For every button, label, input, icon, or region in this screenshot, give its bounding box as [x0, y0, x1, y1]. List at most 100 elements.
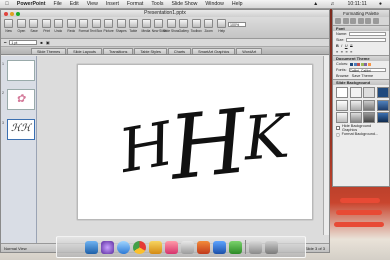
background-swatch[interactable]	[376, 112, 389, 123]
menu-view[interactable]: View	[87, 1, 98, 7]
browse-button[interactable]: Browse	[336, 74, 349, 78]
font-name-field[interactable]	[349, 31, 386, 37]
slide-thumbnail[interactable]: ✿	[7, 89, 35, 110]
menu-insert[interactable]: Insert	[106, 1, 119, 7]
background-swatch[interactable]	[376, 87, 389, 98]
underline-icon[interactable]: U	[345, 44, 348, 48]
line-color-icon[interactable]: ■	[40, 40, 42, 45]
zoom-field[interactable]: 100%	[228, 22, 246, 27]
tab-wordart[interactable]: WordArt	[236, 48, 263, 54]
powerpoint-icon[interactable]	[196, 240, 210, 254]
background-swatch[interactable]	[349, 99, 362, 111]
finder-icon[interactable]	[84, 240, 98, 254]
hide-background-checkbox[interactable]	[336, 126, 340, 130]
background-swatch[interactable]	[363, 87, 375, 98]
zoom-button[interactable]: Zoom	[203, 19, 215, 33]
tab-smartart[interactable]: SmartArt Graphics	[192, 48, 236, 54]
tab-slide-themes[interactable]: Slide Themes	[31, 48, 67, 54]
theme-colors-swatches[interactable]	[350, 62, 371, 66]
normal-view-button[interactable]: Normal View	[4, 246, 27, 251]
menu-slide-show[interactable]: Slide Show	[171, 1, 197, 7]
bold-icon[interactable]: B	[336, 44, 339, 48]
excel-icon[interactable]	[228, 240, 242, 254]
tab-table-styles[interactable]: Table Styles	[134, 48, 167, 54]
shapes-button[interactable]: Shapes	[116, 19, 128, 33]
italic-icon[interactable]: I	[341, 44, 342, 48]
mail-icon[interactable]	[148, 240, 162, 254]
background-swatch[interactable]	[363, 99, 375, 111]
object-palette-icon[interactable]	[342, 18, 349, 24]
trash-icon[interactable]	[264, 240, 278, 254]
chrome-icon[interactable]	[132, 240, 146, 254]
close-window-icon[interactable]	[4, 11, 8, 16]
background-swatch[interactable]	[349, 87, 362, 98]
slide-thumbnail-selected[interactable]: ℋℋ	[7, 119, 35, 140]
line-style-icon[interactable]: ━	[4, 40, 6, 45]
tab-transitions[interactable]: Transitions	[102, 48, 134, 54]
save-button[interactable]: Save	[28, 19, 40, 33]
picture-button[interactable]: Picture	[103, 19, 115, 33]
format-background-button[interactable]: Format Background...	[342, 132, 379, 136]
background-swatch[interactable]	[363, 112, 375, 123]
menu-edit[interactable]: Edit	[70, 1, 79, 7]
dashboard-icon[interactable]	[100, 240, 114, 254]
slide-thumbnail[interactable]	[7, 60, 35, 81]
font-size-field[interactable]	[346, 37, 386, 43]
menu-help[interactable]: Help	[232, 1, 243, 7]
volume-icon[interactable]: ♬	[330, 1, 335, 7]
background-swatch[interactable]	[376, 99, 389, 111]
zoom-window-icon[interactable]	[16, 11, 20, 16]
fill-color-icon[interactable]: ▣	[46, 40, 50, 45]
open-button[interactable]: Open	[16, 19, 28, 33]
align-center-icon[interactable]: ≡	[341, 50, 343, 54]
safari-icon[interactable]	[116, 240, 130, 254]
scrapbook-icon[interactable]	[357, 18, 364, 24]
menu-tools[interactable]: Tools	[151, 1, 163, 7]
tab-slide-layouts[interactable]: Slide Layouts	[67, 48, 102, 54]
minimize-window-icon[interactable]	[10, 11, 14, 16]
app-menu[interactable]: PowerPoint	[17, 1, 46, 7]
background-swatch[interactable]	[349, 112, 362, 123]
clock[interactable]: 10:11:11	[347, 1, 366, 7]
compatibility-icon[interactable]	[372, 18, 379, 24]
print-button[interactable]: Print	[41, 19, 53, 33]
redo-button[interactable]: Redo	[66, 19, 78, 33]
theme-fonts-field[interactable]: Calibri, Calibri	[348, 67, 386, 73]
gallery-button[interactable]: Gallery	[178, 19, 190, 33]
justify-icon[interactable]: ≡	[350, 50, 352, 54]
save-theme-button[interactable]: Save Theme	[352, 74, 373, 78]
downloads-stack-icon[interactable]	[248, 240, 262, 254]
menu-window[interactable]: Window	[205, 1, 223, 7]
align-right-icon[interactable]: ≡	[345, 50, 347, 54]
formatting-tab-icon[interactable]	[335, 18, 341, 24]
media-button[interactable]: Media	[141, 19, 153, 33]
spotlight-icon[interactable]: ●	[379, 1, 382, 7]
itunes-icon[interactable]	[164, 240, 178, 254]
monogram-center-letter[interactable]: H	[165, 89, 252, 199]
reference-tools-icon[interactable]	[365, 18, 371, 24]
custom-animation-icon[interactable]	[350, 18, 356, 24]
align-left-icon[interactable]: ≡	[336, 50, 338, 54]
word-icon[interactable]	[212, 240, 226, 254]
current-slide[interactable]: H H K	[77, 64, 313, 220]
undo-button[interactable]: Undo	[53, 19, 65, 33]
new-button[interactable]: New	[3, 19, 15, 33]
wifi-icon[interactable]: ▲	[313, 1, 318, 7]
monogram-right-letter[interactable]: K	[242, 102, 292, 175]
system-preferences-icon[interactable]	[180, 240, 194, 254]
line-weight-field[interactable]: 1 pt	[9, 40, 38, 45]
apple-menu-icon[interactable]: 	[5, 1, 9, 7]
format-button[interactable]: Format	[78, 19, 90, 33]
background-swatch[interactable]	[336, 99, 348, 111]
menu-format[interactable]: Format	[127, 1, 143, 7]
background-swatch[interactable]	[336, 87, 348, 98]
toolbox-button[interactable]: Toolbox	[191, 19, 203, 33]
tab-charts[interactable]: Charts	[167, 48, 192, 54]
vertical-scrollbar[interactable]	[323, 56, 329, 235]
table-button[interactable]: Table	[128, 19, 140, 33]
strikethrough-icon[interactable]: S	[350, 44, 353, 48]
background-swatch[interactable]	[336, 112, 348, 123]
help-button[interactable]: Help	[216, 19, 228, 33]
text-box-button[interactable]: Text Box	[90, 19, 102, 33]
menu-file[interactable]: File	[53, 1, 61, 7]
